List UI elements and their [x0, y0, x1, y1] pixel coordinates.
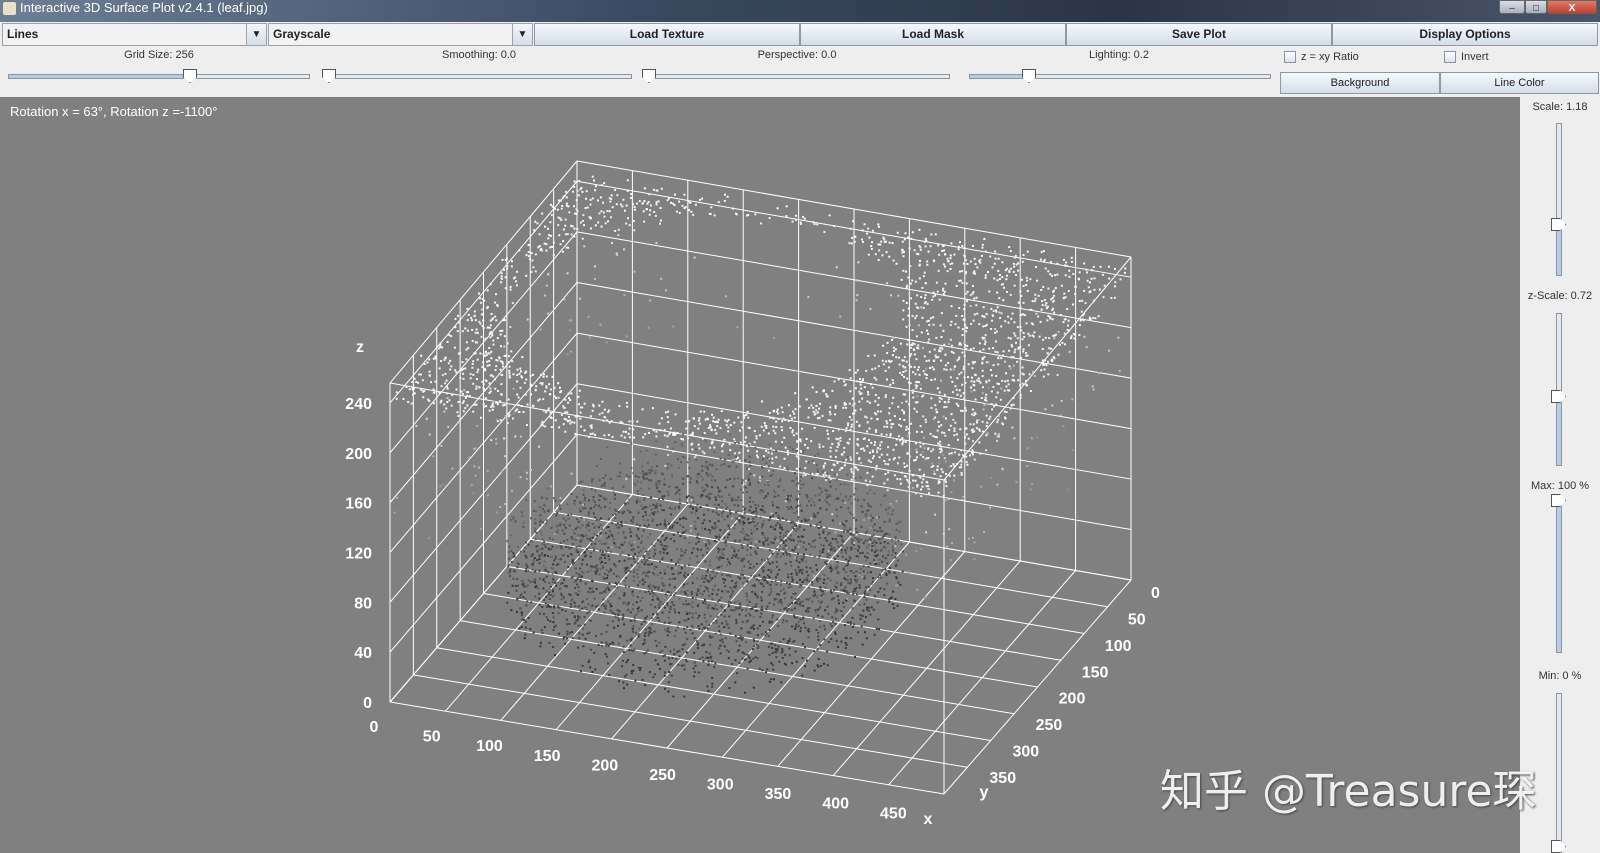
x-tick-label: 250 [649, 767, 676, 784]
load-mask-button[interactable]: Load Mask [800, 23, 1066, 46]
colormap-value: Grayscale [273, 27, 331, 41]
y-tick-label: 350 [989, 770, 1016, 787]
z-tick-label: 80 [354, 595, 372, 612]
chevron-down-icon[interactable]: ▼ [246, 24, 266, 45]
x-tick-label: 100 [476, 738, 503, 755]
x-tick-label: 50 [423, 729, 441, 746]
y-tick-label: 0 [1151, 585, 1160, 602]
scale-label: Scale: 1.18 [1532, 101, 1588, 113]
z-tick-label: 160 [345, 496, 372, 513]
smoothing-slider[interactable] [326, 74, 632, 79]
maximize-button[interactable]: □ [1525, 0, 1547, 14]
z-xy-ratio-checkbox[interactable]: z = xy Ratio [1284, 51, 1359, 64]
y-axis-label: y [980, 784, 989, 801]
z-tick-label: 200 [345, 446, 372, 463]
scale-slider-thumb[interactable] [1551, 218, 1566, 231]
perspective-label: Perspective: 0.0 [757, 49, 837, 61]
grid-size-slider-thumb[interactable] [183, 69, 197, 83]
z-scale-label: z-Scale: 0.72 [1527, 290, 1593, 302]
x-axis-label: x [924, 811, 933, 828]
max-label: Max: 100 % [1530, 480, 1590, 492]
line-color-button[interactable]: Line Color [1440, 72, 1599, 94]
watermark: 知乎 @Treasure琛 [1160, 766, 1537, 817]
background-button[interactable]: Background [1280, 72, 1440, 94]
y-tick-label: 200 [1059, 691, 1086, 708]
x-tick-label: 350 [765, 786, 792, 803]
perspective-slider[interactable] [644, 74, 950, 79]
invert-checkbox[interactable]: Invert [1444, 51, 1489, 64]
rotation-readout: Rotation x = 63°, Rotation z =-1100° [10, 104, 218, 119]
x-tick-label: 200 [591, 757, 618, 774]
y-tick-label: 100 [1105, 638, 1132, 655]
title-bar: Interactive 3D Surface Plot v2.4.1 (leaf… [0, 0, 1600, 22]
display-options-button[interactable]: Display Options [1332, 23, 1598, 46]
y-tick-label: 250 [1036, 717, 1063, 734]
invert-label: Invert [1461, 51, 1489, 63]
floor-grid-line [436, 647, 991, 741]
max-slider-thumb[interactable] [1551, 494, 1566, 507]
java-app-icon [3, 2, 16, 15]
floor-grid-line [530, 538, 1085, 634]
window-title: Interactive 3D Surface Plot v2.4.1 (leaf… [20, 0, 268, 15]
plot-mode-value: Lines [7, 27, 39, 41]
smoothing-label: Smoothing: 0.0 [442, 49, 516, 61]
surface-plot-canvas[interactable]: 0 40 80 120 160 200 240 z 0 50 100 150 200 250 300 350 4… [0, 97, 1520, 853]
z-scale-slider[interactable] [1556, 313, 1562, 466]
z-tick-label: 240 [345, 396, 372, 413]
lighting-label: Lighting: 0.2 [1089, 49, 1149, 61]
z-tick-label: 120 [345, 545, 372, 562]
close-button[interactable]: X [1547, 0, 1597, 14]
floor-grid-line [506, 565, 1061, 661]
x-tick-label: 400 [822, 796, 849, 813]
z-axis-label: z [356, 339, 364, 356]
smoothing-slider-thumb[interactable] [322, 69, 336, 83]
min-slider[interactable] [1556, 693, 1562, 853]
y-tick-label: 50 [1128, 611, 1146, 628]
surface-points [393, 175, 1127, 698]
lighting-slider[interactable] [969, 74, 1271, 79]
colormap-select[interactable]: Grayscale ▼ [268, 23, 533, 46]
z-tick-label: 40 [354, 645, 372, 662]
min-label: Min: 0 % [1538, 670, 1582, 682]
chevron-down-icon[interactable]: ▼ [512, 24, 532, 45]
y-tick-label: 300 [1012, 744, 1039, 761]
x-tick-label: 0 [370, 719, 379, 736]
max-slider[interactable] [1556, 500, 1562, 653]
save-plot-button[interactable]: Save Plot [1066, 23, 1332, 46]
min-slider-thumb[interactable] [1551, 840, 1566, 853]
grid-size-slider[interactable] [8, 74, 310, 79]
z-tick-label: 0 [363, 695, 372, 712]
x-tick-label: 150 [534, 748, 561, 765]
lighting-slider-thumb[interactable] [1022, 69, 1036, 83]
box-edge [389, 382, 945, 481]
grid-size-label: Grid Size: 256 [124, 49, 194, 61]
right-slider-panel: Scale: 1.18 z-Scale: 0.72 Max: 100 % Min… [1520, 97, 1600, 853]
x-tick-label: 300 [707, 777, 734, 794]
floor-grid-line [460, 620, 1015, 715]
checkbox-box[interactable] [1284, 51, 1296, 64]
minimize-button[interactable]: – [1499, 0, 1525, 14]
checkbox-box[interactable] [1444, 51, 1456, 64]
x-tick-label: 450 [880, 805, 907, 822]
y-tick-label: 150 [1082, 664, 1109, 681]
load-texture-button[interactable]: Load Texture [534, 23, 800, 46]
z-xy-ratio-label: z = xy Ratio [1301, 51, 1359, 63]
scale-slider[interactable] [1556, 123, 1562, 276]
plot-mode-select[interactable]: Lines ▼ [2, 23, 267, 46]
toolbar: Lines ▼ Grayscale ▼ Load Texture Load Mask… [0, 22, 1600, 97]
perspective-slider-thumb[interactable] [642, 69, 656, 83]
z-scale-slider-thumb[interactable] [1551, 390, 1566, 403]
